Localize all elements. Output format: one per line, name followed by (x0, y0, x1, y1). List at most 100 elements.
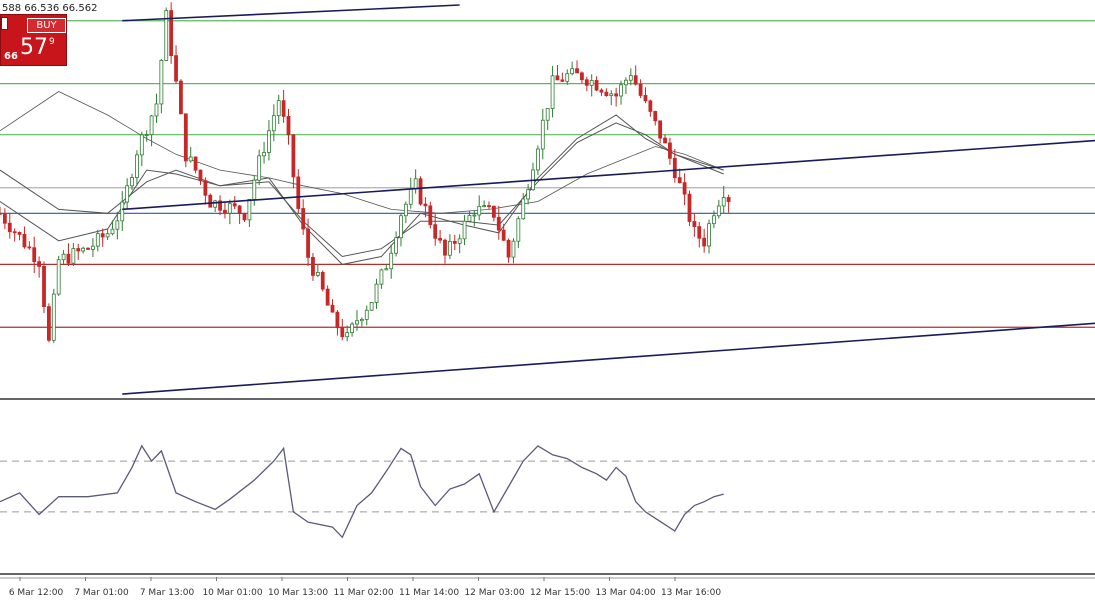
candle (536, 145, 540, 176)
candle-body (570, 68, 575, 75)
candle-body (521, 198, 526, 220)
candle (496, 205, 501, 240)
candle (198, 169, 203, 185)
candle (135, 150, 139, 186)
candle (315, 264, 320, 278)
candle (506, 238, 511, 263)
candle-body (658, 120, 663, 139)
candle (76, 243, 81, 260)
candle (257, 149, 262, 186)
candle (164, 7, 169, 61)
candle (619, 80, 623, 105)
candle-body (545, 108, 550, 121)
candle-body (413, 178, 418, 190)
candle-body (653, 111, 658, 122)
candle-body (506, 239, 511, 258)
candle (27, 241, 32, 250)
horizontal-levels (0, 20, 1095, 328)
candle-body (51, 293, 56, 341)
candle-body (179, 80, 183, 115)
candle-body (584, 79, 589, 86)
candle (716, 199, 721, 219)
candle-body (42, 266, 46, 308)
candle-body (555, 75, 560, 81)
candle (61, 250, 66, 264)
candle (32, 236, 37, 274)
candle (51, 288, 56, 344)
candle (56, 255, 61, 296)
candle-body (540, 119, 545, 150)
candle-body (95, 233, 100, 247)
candle-body (267, 130, 271, 153)
candle (345, 325, 350, 342)
candle-body (687, 193, 692, 222)
candle-body (91, 245, 95, 250)
candle (721, 185, 726, 214)
candle-body (86, 247, 90, 250)
buy-button[interactable]: BUY (27, 18, 66, 33)
candle (540, 108, 545, 160)
candle (697, 222, 702, 248)
candle (252, 175, 257, 206)
candle-body (213, 200, 218, 208)
candle (389, 244, 394, 279)
candle (413, 169, 418, 194)
candle (159, 59, 164, 114)
candle-body (643, 95, 648, 102)
candle (379, 268, 384, 289)
candle (658, 120, 663, 144)
candle (271, 104, 276, 142)
candle-body (624, 79, 628, 86)
candle (203, 177, 208, 205)
candle-body (17, 231, 22, 235)
candle (707, 219, 711, 254)
candle-body (614, 93, 619, 97)
candle (614, 87, 619, 107)
candle-body (712, 215, 716, 225)
candle (550, 65, 555, 118)
one-click-trading-panel[interactable]: BUY 66 57 9 (0, 14, 67, 66)
candle (0, 206, 2, 215)
chart-root: 6 Mar 12:00 7 Mar 01:00 7 Mar 13:00 10 Mar … (0, 0, 1095, 600)
candle-body (301, 208, 306, 230)
candle-body (286, 116, 291, 136)
candle (663, 134, 667, 144)
panel-menu-icon[interactable] (1, 17, 8, 30)
candle (677, 168, 682, 184)
candle (100, 228, 105, 247)
candle-body (697, 226, 702, 239)
candle-body (188, 156, 193, 162)
candle-body (125, 185, 130, 203)
candle (447, 234, 452, 260)
candle-body (516, 218, 521, 242)
candle-body (139, 134, 144, 156)
candle (433, 213, 438, 246)
candle (350, 321, 354, 337)
candle-body (71, 248, 76, 264)
candle (428, 201, 433, 229)
x-tick-label: 11 Mar 14:00 (399, 588, 459, 598)
candle (438, 229, 443, 244)
candle (584, 76, 589, 92)
candle (633, 65, 638, 86)
candle (692, 213, 697, 237)
candle (213, 199, 218, 212)
candle-body (7, 222, 12, 233)
candle (531, 162, 535, 191)
candle (325, 285, 330, 306)
candle-body (565, 73, 570, 82)
candle-body (707, 223, 711, 247)
candle-body (477, 205, 482, 216)
candle (227, 199, 232, 225)
x-tick-label: 12 Mar 03:00 (464, 588, 524, 598)
candle (47, 303, 51, 343)
candle-body (682, 182, 687, 195)
candle-body (648, 100, 653, 112)
candle-body (550, 75, 555, 109)
candle (81, 246, 86, 254)
candle-body (81, 247, 86, 252)
candle-body (389, 252, 394, 270)
candle (262, 141, 266, 164)
candle-body (232, 203, 237, 207)
candle-body (105, 233, 110, 238)
